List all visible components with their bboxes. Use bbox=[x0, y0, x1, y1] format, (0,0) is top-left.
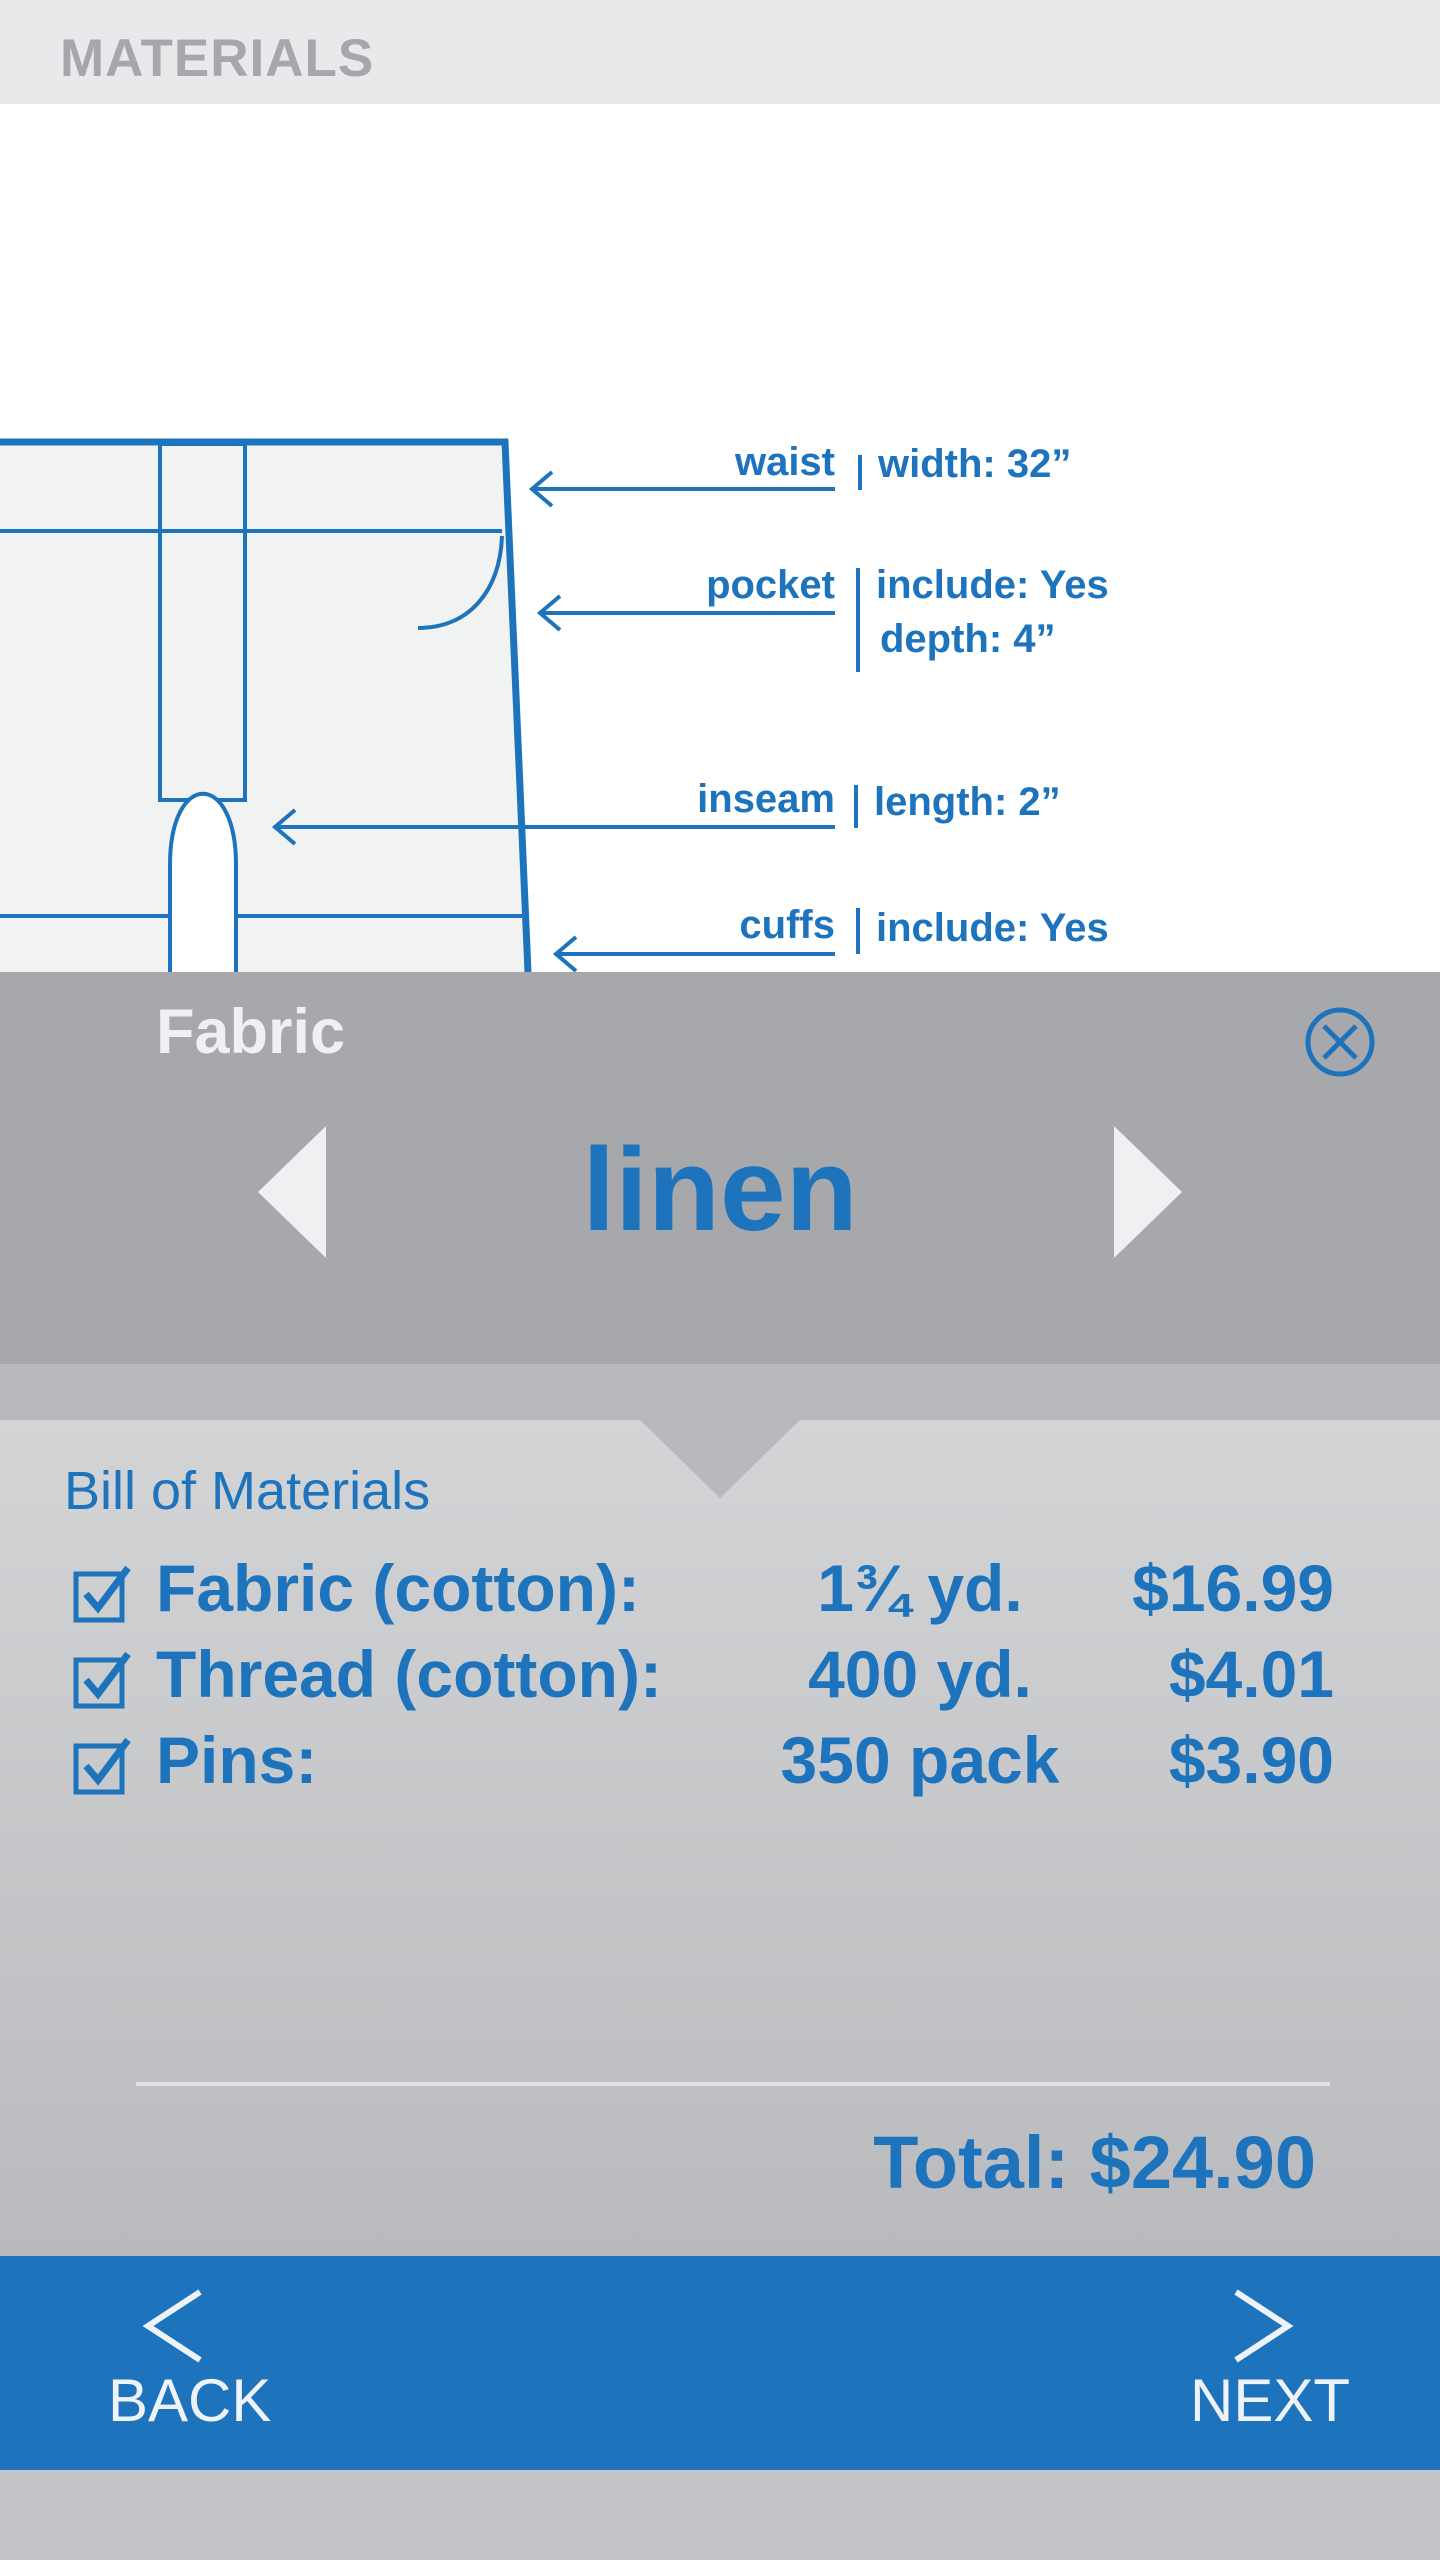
shorts-blueprint: waist width: 32” pocket include: Yes dep… bbox=[0, 438, 1109, 972]
bom-item-price: $16.99 bbox=[1132, 1551, 1334, 1625]
checkbox-checked-icon[interactable] bbox=[72, 1648, 134, 1710]
bom-item-name: Fabric (cotton): bbox=[156, 1551, 640, 1625]
total-divider bbox=[136, 2082, 1330, 2086]
callout-inseam-label: inseam bbox=[697, 777, 835, 821]
previous-fabric-button[interactable] bbox=[252, 1122, 332, 1262]
triangle-left-icon bbox=[258, 1126, 326, 1258]
bill-of-materials-panel: Bill of Materials Fabric (cotton): 1¾ yd… bbox=[0, 1420, 1440, 2256]
inseam-gap bbox=[168, 791, 238, 972]
next-button[interactable]: NEXT bbox=[1150, 2286, 1390, 2456]
page-title: MATERIALS bbox=[60, 29, 375, 88]
callout-waist-label: waist bbox=[734, 440, 835, 484]
bom-title: Bill of Materials bbox=[64, 1461, 431, 1521]
next-fabric-button[interactable] bbox=[1108, 1122, 1188, 1262]
callout-cuffs-label: cuffs bbox=[739, 903, 835, 947]
bom-row: Thread (cotton): 400 yd. $4.01 bbox=[0, 1636, 1440, 1722]
callout-separators bbox=[854, 455, 862, 954]
callout-waist-detail: width: 32” bbox=[877, 442, 1071, 486]
panel-divider-strip bbox=[0, 1364, 1440, 1420]
fabric-selector-panel: Fabric linen bbox=[0, 972, 1440, 1364]
fabric-label: Fabric bbox=[156, 997, 346, 1067]
close-button[interactable] bbox=[1300, 1002, 1380, 1082]
checkbox-checked-icon[interactable] bbox=[72, 1562, 134, 1624]
chevron-left-icon bbox=[142, 2289, 202, 2363]
bom-item-quantity: 1¾ yd. bbox=[817, 1551, 1023, 1625]
bom-row: Pins: 350 pack $3.90 bbox=[0, 1722, 1440, 1808]
bom-item-price: $4.01 bbox=[1168, 1637, 1334, 1711]
triangle-right-icon bbox=[1114, 1126, 1182, 1258]
bom-item-price: $3.90 bbox=[1168, 1723, 1334, 1797]
callout-inseam-detail: length: 2” bbox=[874, 780, 1061, 824]
callout-pocket-detail-1: include: Yes bbox=[876, 563, 1109, 607]
back-label: BACK bbox=[108, 2367, 272, 2434]
callout-pocket-detail-2: depth: 4” bbox=[880, 617, 1056, 661]
navigation-footer: BACK NEXT bbox=[0, 2256, 1440, 2470]
garment-diagram: waist width: 32” pocket include: Yes dep… bbox=[0, 104, 1440, 972]
fabric-value: linen bbox=[582, 1124, 858, 1256]
callout-cuffs-detail: include: Yes bbox=[876, 906, 1109, 950]
close-circle-icon bbox=[1305, 1007, 1375, 1077]
bottom-bar bbox=[0, 2470, 1440, 2560]
chevron-right-icon bbox=[1234, 2289, 1294, 2363]
bom-item-quantity: 400 yd. bbox=[808, 1637, 1032, 1711]
selector-pointer bbox=[640, 1420, 800, 1498]
next-label: NEXT bbox=[1190, 2367, 1351, 2434]
callout-pocket-label: pocket bbox=[706, 563, 835, 607]
bom-item-quantity: 350 pack bbox=[780, 1723, 1060, 1797]
bom-row: Fabric (cotton): 1¾ yd. $16.99 bbox=[0, 1550, 1440, 1636]
garment-fill bbox=[0, 442, 528, 972]
checkbox-checked-icon[interactable] bbox=[72, 1734, 134, 1796]
bom-item-name: Thread (cotton): bbox=[156, 1637, 662, 1711]
total-amount: Total: $24.90 bbox=[873, 2121, 1316, 2204]
header-bar: MATERIALS bbox=[0, 0, 1440, 104]
bom-item-name: Pins: bbox=[156, 1723, 318, 1797]
back-button[interactable]: BACK bbox=[100, 2286, 320, 2456]
